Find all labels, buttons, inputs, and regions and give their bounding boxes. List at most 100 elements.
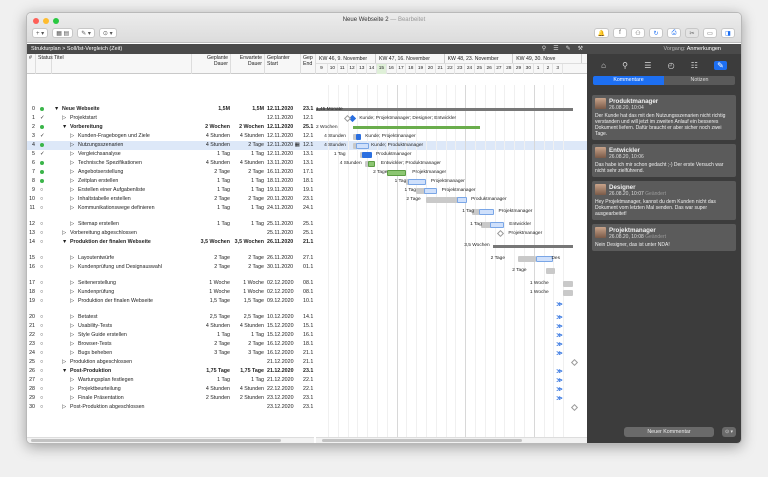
expected-duration[interactable]: 2 Stunden [231,394,264,403]
disclosure-triangle-icon[interactable]: ▼ [62,367,67,376]
milestone-diamond[interactable] [496,229,505,238]
milestone-diamond[interactable] [571,358,579,367]
disclosure-triangle-icon[interactable]: ▷ [70,331,74,340]
comment-card[interactable]: Entwickler 26.08.20, 10:06 Das habe ich mi… [592,144,736,177]
planned-start[interactable]: 10.12.2020 [267,313,302,322]
task-title[interactable]: Projektstart [70,114,190,123]
task-title[interactable]: Produktion abgeschlossen [70,358,190,367]
expected-duration[interactable]: 1 Tag [231,220,264,229]
planned-start[interactable]: 12.11.2020 [267,150,302,159]
planned-start[interactable]: 13.11.2020 [267,159,302,168]
planned-duration[interactable]: 3 Tage [192,349,230,358]
task-title[interactable]: Kommunikationswege definieren [78,205,190,212]
planned-end[interactable]: 12.1 [303,114,315,123]
gantt-bar[interactable] [489,221,505,228]
gantt-bar[interactable] [352,126,480,129]
planned-duration[interactable]: 1,5M [192,105,230,114]
planned-duration[interactable]: 1 Tag [192,376,230,385]
tab-notes[interactable]: Notizen [664,76,735,85]
disclosure-triangle-icon[interactable]: ▷ [70,204,74,213]
disclosure-triangle-icon[interactable]: ▷ [70,254,74,263]
task-title[interactable]: Vergleichsanalyse [78,150,190,159]
planned-duration[interactable]: 2 Tage [192,168,230,177]
expected-duration[interactable]: 3,5 Wochen [231,238,264,247]
task-title[interactable]: Projektbeurteilung [78,385,190,394]
disclosure-triangle-icon[interactable]: ▷ [70,177,74,186]
comment-card[interactable]: Projektmanager 26.08.20, 10:08 Geändert Ne… [592,224,736,251]
task-title[interactable]: Vorbereitung [70,123,190,132]
expected-duration[interactable]: 1,5M [231,105,264,114]
gantt-overflow-icon[interactable]: ≫ [556,341,562,348]
bell-icon[interactable]: 🔔 [593,28,609,38]
gantt-bar[interactable] [478,209,494,215]
col-num[interactable]: # [27,54,36,74]
disclosure-triangle-icon[interactable]: ▷ [70,322,74,331]
expected-duration[interactable]: 3 Tage [231,349,264,358]
expected-duration[interactable]: 1 Woche [231,288,264,297]
planned-end[interactable]: 13.1 [303,159,315,168]
milestone-diamond[interactable] [571,403,579,412]
gantt-chart[interactable]: 1,45 Monate Kunde; Projektmanager; Design… [316,85,587,443]
planned-start[interactable]: 02.12.2020 [267,288,302,297]
col-planned-end[interactable]: Gep End [301,54,316,74]
link-icon[interactable]: ⚲ [622,61,628,70]
expected-duration[interactable]: 1 Tag [231,331,264,340]
planned-duration[interactable]: 2 Stunden [192,394,230,403]
gantt-bar[interactable] [518,255,536,262]
font-icon[interactable]: f [613,28,627,38]
expected-duration[interactable]: 1 Woche [231,279,264,288]
gantt-overflow-icon[interactable]: ≫ [556,395,562,402]
planned-start[interactable]: 12.11.2020 [267,114,302,123]
col-planned-start[interactable]: Geplanter Start [265,54,301,74]
planned-end[interactable]: 19.1 [303,186,315,195]
disclosure-triangle-icon[interactable]: ▷ [70,220,74,229]
task-title[interactable]: Nutzungsszenarien [78,141,190,150]
disclosure-triangle-icon[interactable]: ▷ [62,358,66,367]
task-title[interactable]: Kundenprüfung [78,288,190,297]
disclosure-triangle-icon[interactable]: ▷ [70,263,74,272]
expected-duration[interactable]: 2 Tage [231,340,264,349]
task-title[interactable]: Kundenprüfung und Designauswahl [78,264,190,271]
gantt-bar[interactable] [368,160,376,167]
planned-duration[interactable]: 1,5 Tage [192,297,230,306]
clock-icon[interactable]: ◴ [668,61,675,70]
gantt-overflow-icon[interactable]: ≫ [556,368,562,375]
task-title[interactable]: Finale Präsentation [78,394,190,403]
expected-duration[interactable]: 4 Stunden [231,322,264,331]
task-title[interactable]: Inhaltstabelle erstellen [78,195,190,204]
tools-icon[interactable]: ✂ [685,28,699,38]
planned-duration[interactable]: 1 Tag [192,177,230,186]
planned-start[interactable]: 15.12.2020 [267,322,302,331]
gantt-bar[interactable] [492,244,573,248]
gantt-overflow-icon[interactable]: ≫ [556,323,562,330]
planned-end[interactable]: 21.1 [303,358,315,367]
disclosure-triangle-icon[interactable]: ▷ [62,403,66,412]
planned-end[interactable]: 08.1 [303,288,315,297]
gantt-bar[interactable] [408,178,426,185]
col-title[interactable]: Titel [52,54,192,74]
new-comment-button[interactable]: Neuer Kommentar [624,427,714,437]
expected-duration[interactable]: 1 Tag [231,150,264,159]
task-title[interactable]: Zeitplan erstellen [78,177,190,186]
planned-end[interactable]: 22.1 [303,385,315,394]
gantt-bar[interactable] [424,187,437,194]
planned-end[interactable]: 21.1 [303,349,315,358]
gantt-overflow-icon[interactable]: ≫ [556,386,562,393]
task-title[interactable]: Kunden-Fragebogen und Ziele [78,132,190,141]
planned-end[interactable]: 13.1 [303,150,315,159]
planned-duration[interactable]: 4 Stunden [192,159,230,168]
planned-end[interactable]: 18.1 [303,177,315,186]
planned-start[interactable]: 22.12.2020 [267,385,302,394]
disclosure-triangle-icon[interactable]: ▷ [70,349,74,358]
gantt-bar[interactable] [563,280,573,287]
disclosure-triangle-icon[interactable]: ▷ [70,141,74,150]
disclosure-triangle-icon[interactable]: ▷ [70,340,74,349]
planned-start[interactable]: 20.11.2020 [267,195,302,204]
comment-card[interactable]: Produktmanager 26.08.20, 10:04 Der Kunde h… [592,95,736,140]
disclosure-triangle-icon[interactable]: ▷ [62,114,66,123]
planned-start[interactable]: 19.11.2020 [267,186,302,195]
planned-start[interactable]: 16.12.2020 [267,349,302,358]
task-title[interactable]: Usability-Tests [78,322,190,331]
planned-duration[interactable]: 1 Tag [192,331,230,340]
planned-end[interactable]: 23.1 [303,403,315,412]
